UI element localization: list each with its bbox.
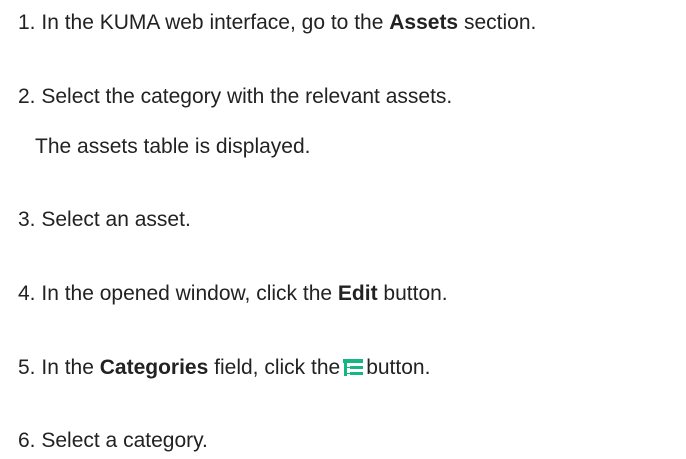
step-text: In the bbox=[41, 356, 94, 379]
step-text: Select a category. bbox=[41, 429, 208, 452]
step-6: 6. Select a category. bbox=[18, 430, 208, 451]
step-number: 6. bbox=[18, 429, 36, 452]
step-2: 2. Select the category with the relevant… bbox=[18, 86, 452, 107]
step-1: 1. In the KUMA web interface, go to the … bbox=[18, 12, 536, 33]
step-text: section. bbox=[463, 11, 537, 34]
step-number: 2. bbox=[18, 85, 36, 108]
step-number: 4. bbox=[18, 282, 36, 305]
icon-connector-1 bbox=[347, 367, 351, 368]
step-text: button. bbox=[383, 282, 448, 305]
step-5: 5. In the Categories field, click the bu… bbox=[18, 357, 430, 378]
step-2-result: The assets table is displayed. bbox=[35, 135, 311, 158]
step-text: button. bbox=[366, 356, 431, 379]
step-text: field, click the bbox=[214, 356, 341, 379]
icon-branch-2 bbox=[350, 372, 364, 375]
icon-stem bbox=[344, 363, 348, 376]
step-text: In the KUMA web interface, go to the bbox=[41, 11, 384, 34]
categories-field-label: Categories bbox=[99, 356, 209, 379]
step-number: 1. bbox=[18, 11, 36, 34]
icon-top-bar bbox=[343, 359, 364, 363]
step-text: Select an asset. bbox=[41, 208, 191, 231]
edit-button-label: Edit bbox=[337, 282, 378, 305]
step-number: 5. bbox=[18, 356, 36, 379]
icon-branch-1 bbox=[350, 366, 364, 369]
step-text: Select the category with the relevant as… bbox=[41, 85, 453, 108]
step-4: 4. In the opened window, click the Edit … bbox=[18, 283, 448, 304]
icon-connector-2 bbox=[347, 373, 351, 374]
category-tree-icon bbox=[343, 359, 364, 376]
step-3: 3. Select an asset. bbox=[18, 209, 191, 230]
assets-section-label: Assets bbox=[389, 11, 459, 34]
step-text: In the opened window, click the bbox=[41, 282, 333, 305]
step-number: 3. bbox=[18, 208, 36, 231]
